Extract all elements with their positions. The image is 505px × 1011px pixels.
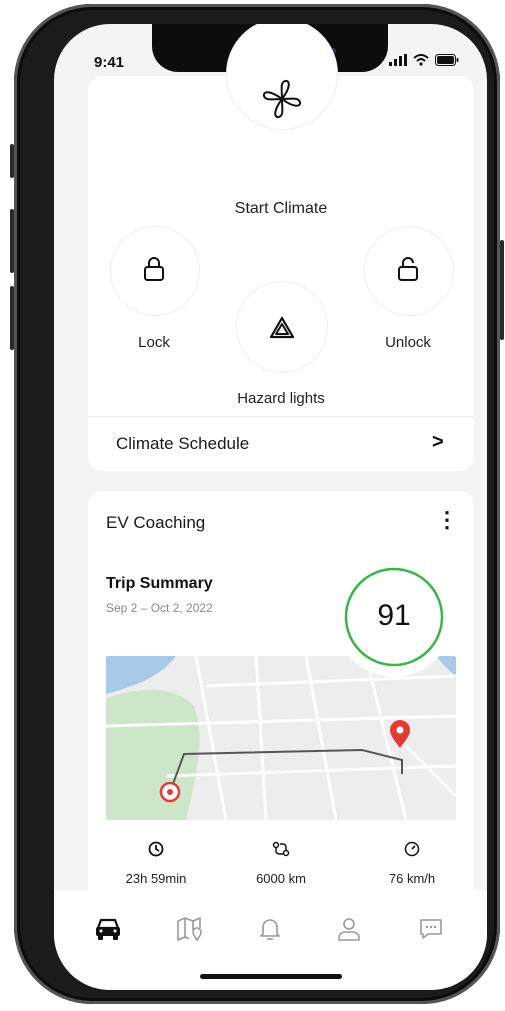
ev-coaching-card: EV Coaching ⋮ Trip Summary Sep 2 – Oct 2… — [88, 491, 474, 911]
signal-icon — [389, 54, 407, 66]
more-options-icon[interactable]: ⋮ — [436, 507, 458, 533]
lock-icon — [144, 257, 164, 281]
ev-coaching-title: EV Coaching — [106, 513, 206, 532]
map-icon — [177, 917, 202, 942]
wifi-icon — [413, 54, 429, 66]
volume-down-button — [10, 286, 14, 350]
chat-icon — [420, 919, 442, 939]
route-icon — [272, 841, 290, 857]
hazard-icon — [269, 316, 295, 339]
start-climate-label: Start Climate — [234, 200, 328, 217]
tab-profile[interactable] — [336, 916, 366, 946]
status-time: 9:41 — [94, 54, 125, 71]
lock-button[interactable] — [110, 226, 200, 316]
hazard-lights-label: Hazard lights — [237, 390, 325, 407]
car-icon — [96, 918, 120, 940]
tab-vehicle[interactable] — [94, 916, 124, 946]
phone-frame: 9:41 Start Climate Lock Unlock Hazard li… — [10, 4, 504, 1004]
power-button — [500, 240, 504, 340]
volume-up-button — [10, 209, 14, 273]
hazard-lights-button[interactable] — [236, 281, 328, 373]
fan-icon — [262, 79, 302, 119]
unlock-icon — [398, 257, 418, 281]
speed-value: 76 km/h — [388, 871, 436, 886]
lock-label: Lock — [138, 334, 170, 351]
unlock-button[interactable] — [364, 226, 454, 316]
distance-value: 6000 km — [256, 871, 306, 886]
duration-value: 23h 59min — [125, 871, 187, 886]
status-icons — [389, 54, 459, 66]
tab-messages[interactable] — [418, 916, 448, 946]
clock-icon — [148, 841, 164, 857]
tab-notifications[interactable] — [257, 916, 287, 946]
bell-icon — [260, 919, 280, 940]
unlock-label: Unlock — [385, 334, 431, 351]
score-badge: 91 — [334, 557, 454, 677]
speedometer-icon — [404, 841, 420, 857]
start-climate-button[interactable] — [226, 24, 338, 130]
trip-summary-title: Trip Summary — [106, 575, 213, 592]
climate-schedule-row[interactable]: Climate Schedule > — [88, 417, 474, 471]
trip-map[interactable] — [106, 656, 456, 820]
score-value: 91 — [377, 599, 411, 632]
remote-controls-card: Start Climate Lock Unlock Hazard lights … — [88, 24, 474, 471]
map-graphic — [106, 656, 456, 820]
phone-screen: 9:41 Start Climate Lock Unlock Hazard li… — [54, 24, 487, 990]
trip-dates: Sep 2 – Oct 2, 2022 — [106, 601, 213, 615]
profile-icon — [338, 918, 360, 941]
climate-schedule-label: Climate Schedule — [116, 434, 250, 453]
home-indicator — [200, 974, 342, 979]
mute-switch — [10, 144, 14, 178]
chevron-right-icon: > — [432, 431, 444, 453]
battery-icon — [435, 54, 459, 66]
tab-map[interactable] — [176, 916, 206, 946]
